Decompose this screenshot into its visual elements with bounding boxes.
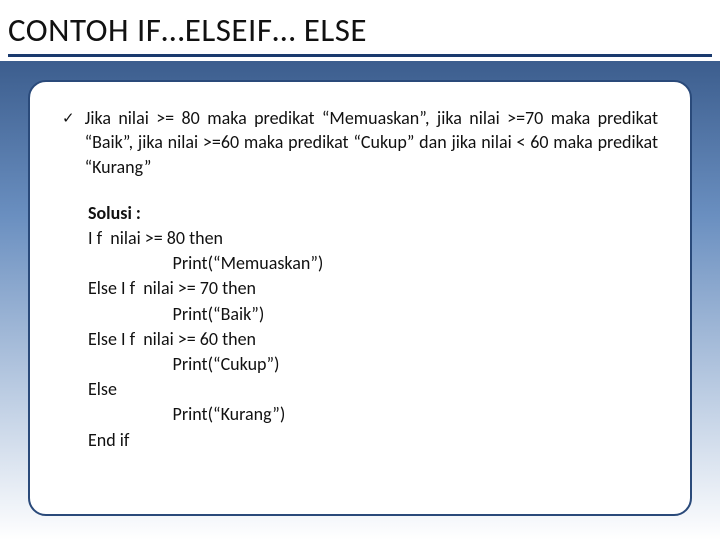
code-line: Print(“Memuaskan”) (88, 251, 658, 276)
problem-text: Jika nilai >= 80 maka predikat “Memuaska… (85, 106, 658, 179)
title-underline (8, 54, 712, 57)
code-line: Else I f nilai >= 70 then (88, 276, 658, 301)
code-line: Else I f nilai >= 60 then (88, 327, 658, 352)
code-line: End if (88, 428, 658, 453)
solution-block: Solusi : I f nilai >= 80 then Print(“Mem… (88, 201, 658, 453)
check-icon: ✓ (62, 106, 75, 129)
page-title: CONTOH IF…ELSEIF… ELSE (8, 10, 712, 50)
slide: CONTOH IF…ELSEIF… ELSE ✓ Jika nilai >= 8… (0, 0, 720, 540)
code-line: Print(“Cukup”) (88, 352, 658, 377)
code-line: Else (88, 377, 658, 402)
code-line: Print(“Baik”) (88, 302, 658, 327)
title-wrap: CONTOH IF…ELSEIF… ELSE (0, 0, 720, 61)
solution-label: Solusi : (88, 201, 658, 226)
problem-bullet: ✓ Jika nilai >= 80 maka predikat “Memuas… (62, 106, 658, 179)
code-line: Print(“Kurang”) (88, 402, 658, 427)
code-line: I f nilai >= 80 then (88, 226, 658, 251)
content-card: ✓ Jika nilai >= 80 maka predikat “Memuas… (28, 80, 692, 516)
